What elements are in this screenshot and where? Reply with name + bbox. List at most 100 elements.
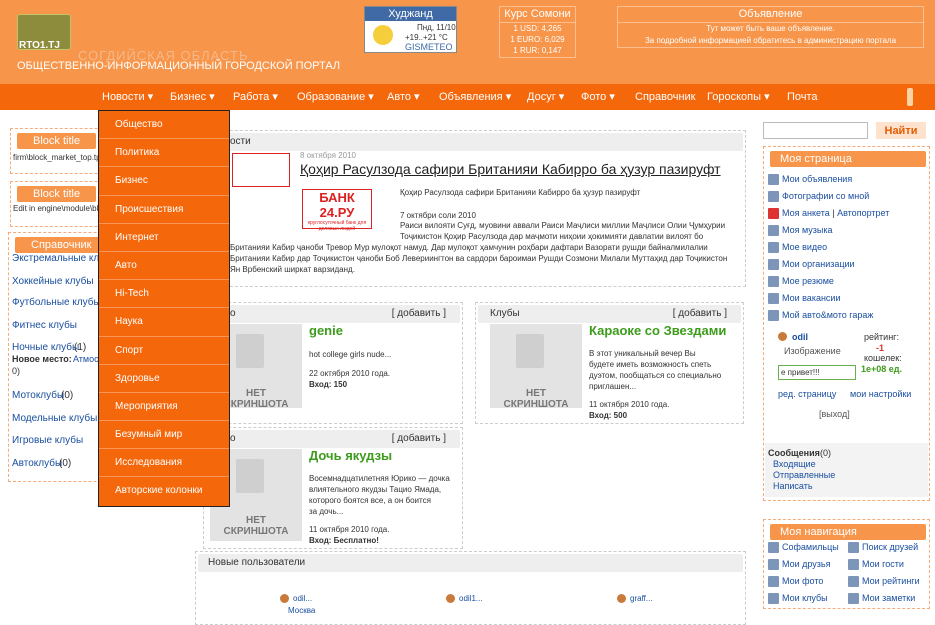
status-field[interactable]: е привет!!! — [778, 365, 856, 380]
menu-item-bezumny-mir[interactable]: Безумный мир — [99, 421, 229, 450]
nav-novosti[interactable]: Новости ▾ — [102, 84, 153, 110]
my-music-link[interactable]: Моя музыка — [782, 225, 833, 235]
guide-link-moto[interactable]: Мотоклубы — [12, 390, 64, 401]
bank24-logo[interactable] — [232, 153, 290, 187]
guide-title: Справочник — [15, 237, 108, 253]
menu-item-biznes[interactable]: Бизнес — [99, 167, 229, 196]
my-photos-link[interactable]: Мои фото — [782, 576, 823, 586]
logout-link[interactable]: [выход] — [819, 409, 850, 419]
my-guests-link[interactable]: Мои гости — [862, 559, 904, 569]
nav-spravochnik[interactable]: Справочник — [635, 84, 696, 110]
photos-with-me-link[interactable]: Фотографии со мной — [782, 191, 869, 201]
garage-icon — [768, 310, 779, 322]
no-screenshot-text: НЕТ СКРИНШОТА — [503, 388, 569, 410]
nav-dosug[interactable]: Досуг ▾ — [527, 84, 564, 110]
new-user-link[interactable]: odil... — [293, 594, 312, 603]
announcement-text-1: Тут может быть ваше объявление. — [706, 24, 835, 33]
mypage-row: Моя анкета | Автопортрет — [768, 208, 889, 220]
my-clubs-link[interactable]: Мои клубы — [782, 593, 828, 603]
my-settings-link[interactable]: мои настройки — [850, 389, 911, 399]
menu-item-obshchestvo[interactable]: Общество — [99, 111, 229, 140]
find-friends-link[interactable]: Поиск друзей — [862, 542, 918, 552]
nav-foto[interactable]: Фото ▾ — [581, 84, 615, 110]
my-vacancies-link[interactable]: Мои вакансии — [782, 293, 840, 303]
family-link[interactable]: Софамильцы — [782, 542, 839, 552]
menu-item-sport[interactable]: Спорт — [99, 337, 229, 365]
my-organizations-link[interactable]: Мои организации — [782, 259, 855, 269]
nav-obrazovanie[interactable]: Образование ▾ — [297, 84, 374, 110]
my-resume-link[interactable]: Мое резюме — [782, 276, 834, 286]
card-date: 11 октября 2010 года. — [589, 400, 670, 409]
nav-rabota[interactable]: Работа ▾ — [233, 84, 278, 110]
nav-goroskopy[interactable]: Гороскопы ▾ — [707, 84, 770, 110]
menu-item-proisshestviya[interactable]: Происшествия — [99, 196, 229, 224]
clapperboard-icon — [516, 334, 544, 368]
new-user-link[interactable]: graff... — [630, 594, 653, 603]
write-link[interactable]: Написать — [773, 481, 813, 491]
menu-item-avtorskie[interactable]: Авторские колонки — [99, 477, 229, 505]
mynav-row: Мои друзья — [768, 559, 830, 571]
organization-icon — [768, 259, 779, 271]
inbox-link[interactable]: Входящие — [773, 459, 816, 469]
user-icon — [778, 332, 787, 341]
my-friends-link[interactable]: Мои друзья — [782, 559, 830, 569]
menu-item-internet[interactable]: Интернет — [99, 224, 229, 252]
news-pubdate: 7 октябри соли 2010 — [400, 211, 476, 220]
card-title[interactable]: Дочь якудзы — [309, 448, 392, 463]
menu-item-avto[interactable]: Авто — [99, 252, 229, 281]
my-ads-link[interactable]: Мои объявления — [782, 174, 852, 184]
menu-item-hitech[interactable]: Hi-Tech — [99, 280, 229, 309]
menu-item-issledovaniya[interactable]: Исследования — [99, 449, 229, 478]
menu-item-meropriyatiya[interactable]: Мероприятия — [99, 393, 229, 422]
no-screenshot-image[interactable]: НЕТ СКРИНШОТА — [490, 324, 582, 410]
menu-item-nauka[interactable]: Наука — [99, 308, 229, 337]
add-button[interactable]: [ добавить ] — [392, 308, 446, 319]
family-icon — [768, 542, 779, 554]
nav-biznes[interactable]: Бизнес ▾ — [170, 84, 215, 110]
user-icon — [617, 594, 626, 603]
chevron-down-icon: ▾ — [209, 91, 215, 103]
guide-link-models[interactable]: Модельные клубы — [12, 413, 97, 424]
card-desc: которого боятся все, а он боится — [309, 496, 431, 505]
chevron-down-icon: ▾ — [368, 91, 374, 103]
weather-provider: GISMETEO — [405, 42, 453, 52]
bank24-sub: круглосуточный банк для деловых людей — [307, 220, 367, 232]
menu-item-politika[interactable]: Политика — [99, 139, 229, 168]
guide-link-football[interactable]: Футбольные клубы — [12, 297, 101, 308]
weather-widget[interactable]: Худжанд Пнд, 11/10 +19..+21 °C GISMETEO — [364, 6, 457, 53]
card-desc: будете иметь возможность спеть — [589, 360, 712, 369]
portal-subtitle: ОБЩЕСТВЕННО-ИНФОРМАЦИОННЫЙ ГОРОДСКОЙ ПОР… — [17, 60, 341, 72]
user-icon — [280, 594, 289, 603]
card-title[interactable]: genie — [309, 323, 343, 338]
my-garage-link[interactable]: Мой авто&мото гараж — [782, 310, 873, 320]
self-portrait-link[interactable]: Автопортрет — [837, 208, 889, 218]
new-user-link[interactable]: odil1... — [459, 594, 483, 603]
guide-link-auto[interactable]: Автоклубы — [12, 458, 62, 469]
avatar[interactable]: Изображение — [784, 346, 841, 356]
sent-link[interactable]: Отправленные — [773, 470, 835, 480]
guide-link-fitness[interactable]: Фитнес клубы — [12, 320, 77, 331]
nav-avto[interactable]: Авто ▾ — [387, 84, 420, 110]
news-title[interactable]: Қоҳир Расулзода сафири Британияи Кабирро… — [300, 161, 721, 177]
my-profile-link[interactable]: Моя анкета — [782, 208, 830, 218]
nav-scroll-handle[interactable] — [907, 88, 913, 106]
guide-link-games[interactable]: Игровые клубы — [12, 435, 83, 446]
username-link[interactable]: odil — [792, 332, 808, 342]
my-ratings-link[interactable]: Мои рейтинги — [862, 576, 920, 586]
nav-pochta[interactable]: Почта — [787, 84, 818, 110]
add-button[interactable]: [ добавить ] — [392, 433, 446, 444]
card-title[interactable]: Караоке со Звездами — [589, 323, 726, 338]
bank24-image[interactable]: БАНК 24.РУ круглосуточный банк для делов… — [302, 189, 372, 232]
nav-obyavleniya[interactable]: Объявления ▾ — [439, 84, 511, 110]
add-button[interactable]: [ добавить ] — [673, 308, 727, 319]
menu-item-zdorovie[interactable]: Здоровье — [99, 365, 229, 393]
announcement-box: Объявление Тут может быть ваше объявлени… — [617, 6, 924, 48]
my-video-link[interactable]: Мое видео — [782, 242, 827, 252]
guide-link-night[interactable]: Ночные клубы — [12, 342, 79, 353]
my-notes-link[interactable]: Мои заметки — [862, 593, 915, 603]
edit-page-link[interactable]: ред. страницу — [778, 389, 836, 399]
guide-link-hockey[interactable]: Хоккейные клубы — [12, 276, 94, 287]
photo-icon — [768, 191, 779, 203]
search-input[interactable] — [763, 122, 868, 139]
search-button[interactable]: Найти — [876, 122, 926, 139]
